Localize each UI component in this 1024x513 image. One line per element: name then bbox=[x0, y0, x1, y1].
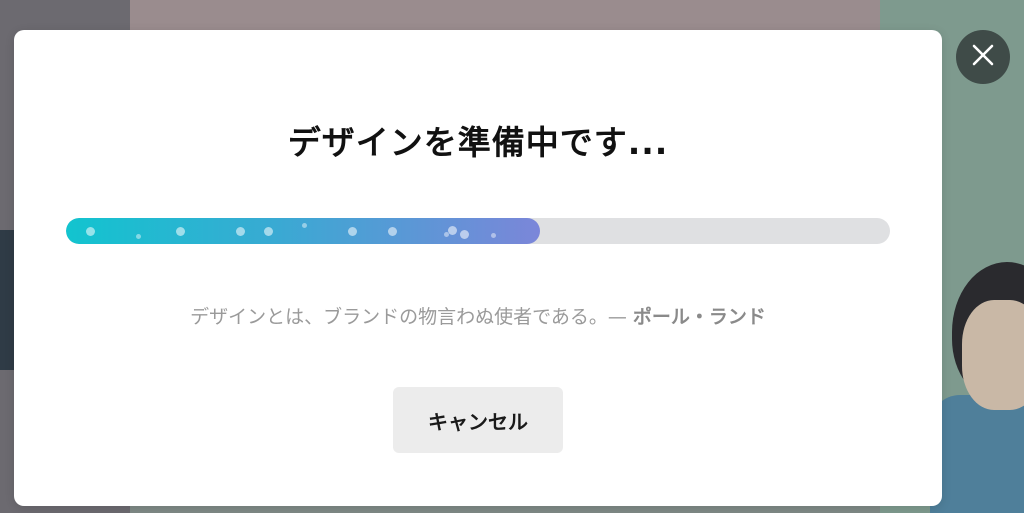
progress-bar bbox=[66, 218, 890, 244]
quote-text: デザインとは、ブランドの物言わぬ使者である。— bbox=[190, 306, 633, 328]
cancel-button[interactable]: キャンセル bbox=[393, 387, 563, 453]
close-button[interactable] bbox=[956, 30, 1010, 84]
quote-author: ポール・ランド bbox=[632, 306, 766, 328]
progress-sparkle bbox=[448, 226, 457, 235]
progress-sparkle bbox=[136, 234, 141, 239]
progress-sparkle bbox=[388, 227, 397, 236]
progress-sparkle bbox=[491, 233, 496, 238]
close-icon bbox=[971, 43, 995, 71]
progress-bar-fill bbox=[66, 218, 540, 244]
background-person-body bbox=[930, 395, 1024, 513]
progress-sparkle bbox=[264, 227, 273, 236]
progress-sparkle bbox=[176, 227, 185, 236]
progress-sparkle bbox=[86, 227, 95, 236]
progress-sparkle bbox=[348, 227, 357, 236]
dialog-title: デザインを準備中です... bbox=[287, 123, 669, 162]
background-person-face bbox=[962, 300, 1024, 410]
progress-sparkle bbox=[460, 230, 469, 239]
design-quote: デザインとは、ブランドの物言わぬ使者である。— ポール・ランド bbox=[14, 302, 942, 329]
progress-sparkle bbox=[236, 227, 245, 236]
progress-sparkle bbox=[302, 223, 307, 228]
preparing-design-dialog: デザインを準備中です... デザインとは、ブランドの物言わぬ使者である。— ポー… bbox=[14, 30, 942, 506]
